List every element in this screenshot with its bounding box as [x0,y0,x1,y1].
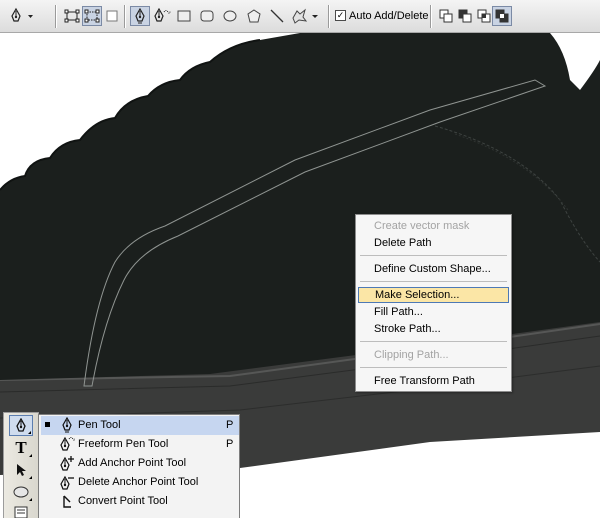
flyout-item-label: Pen Tool [78,419,121,431]
flyout-indicator [28,431,31,434]
tool-ellipse[interactable] [9,481,33,502]
rectangle-tool-option[interactable] [174,6,194,26]
flyout-indicator [29,498,32,501]
tool-preset-picker[interactable] [8,6,36,26]
ellipse-tool-option[interactable] [220,6,240,26]
rounded-rectangle-tool-option[interactable] [197,6,217,26]
pen-tool-flyout: Pen Tool P Freeform Pen Tool P Add Ancho… [38,414,240,518]
flyout-item-convert-point-tool[interactable]: Convert Point Tool [41,492,239,511]
menu-separator [360,255,507,256]
separator [430,5,431,28]
freeform-pen-icon [60,436,75,451]
flyout-item-label: Delete Anchor Point Tool [78,476,199,488]
combine-exclude-icon [495,9,509,23]
auto-add-delete-label: Auto Add/Delete [349,10,429,22]
add-anchor-point-icon [60,456,74,471]
pen-icon [62,417,72,433]
freeform-pen-option-button[interactable] [152,6,172,26]
polygon-icon [247,9,261,23]
add-to-shape-area-button[interactable] [436,6,456,26]
polygon-tool-option[interactable] [244,6,264,26]
menu-separator [360,367,507,368]
menu-separator [360,341,507,342]
pen-icon [11,7,33,22]
menu-item-make-selection[interactable]: Make Selection... [358,287,509,303]
custom-shape-icon [292,8,318,24]
tool-type[interactable]: T [9,437,33,458]
type-tool-glyph: T [15,437,27,457]
menu-item-create-vector-mask[interactable]: Create vector mask [358,218,509,234]
flyout-item-shortcut: P [226,419,234,431]
options-bar: ✓ Auto Add/Delete [0,0,600,33]
menu-separator [360,281,507,282]
menu-item-free-transform-path[interactable]: Free Transform Path [358,373,509,389]
ellipse-icon [223,10,237,22]
flyout-item-label: Convert Point Tool [78,495,168,507]
separator [55,5,56,28]
notes-icon [14,506,28,518]
menu-item-delete-path[interactable]: Delete Path [358,235,509,251]
flyout-indicator [29,476,32,479]
path-context-menu: Create vector mask Delete Path Define Cu… [355,214,512,392]
pen-icon [16,417,26,432]
flyout-item-delete-anchor-point-tool[interactable]: Delete Anchor Point Tool [41,473,239,492]
custom-shape-tool-option[interactable] [289,6,321,26]
subtract-from-shape-area-button[interactable] [455,6,475,26]
flyout-item-pen-tool[interactable]: Pen Tool P [41,416,239,435]
flyout-indicator [29,454,32,457]
paths-button[interactable] [82,6,102,26]
convert-point-icon [63,495,71,508]
line-tool-option[interactable] [267,6,287,26]
flyout-item-add-anchor-point-tool[interactable]: Add Anchor Point Tool [41,454,239,473]
pen-icon [135,8,145,24]
tool-pen[interactable] [9,415,33,436]
flyout-item-shortcut: P [226,438,234,450]
rounded-rectangle-icon [200,10,214,22]
menu-item-stroke-path[interactable]: Stroke Path... [358,321,509,337]
tool-path-selection[interactable] [9,459,33,480]
exclude-overlapping-shape-areas-button[interactable] [492,6,512,26]
fill-pixels-icon [106,10,118,22]
flyout-item-freeform-pen-tool[interactable]: Freeform Pen Tool P [41,435,239,454]
intersect-shape-areas-button[interactable] [474,6,494,26]
menu-item-define-custom-shape[interactable]: Define Custom Shape... [358,261,509,277]
fill-pixels-button[interactable] [102,6,122,26]
line-icon [270,9,284,23]
delete-anchor-point-icon [60,475,74,490]
flyout-item-label: Add Anchor Point Tool [78,457,187,469]
combine-subtract-icon [458,9,472,23]
flyout-item-label: Freeform Pen Tool [78,438,169,450]
shape-layers-button[interactable] [62,6,82,26]
tools-panel: T [3,412,39,518]
paths-icon [84,9,100,23]
arrow-icon [17,463,26,476]
shape-layers-icon [64,9,80,23]
rectangle-icon [177,10,191,22]
tool-notes[interactable] [9,505,33,519]
separator [328,5,329,28]
menu-item-fill-path[interactable]: Fill Path... [358,304,509,320]
active-tool-bullet [45,422,50,427]
combine-intersect-icon [477,9,491,23]
separator [124,5,125,28]
auto-add-delete-checkbox[interactable]: ✓ [335,10,346,21]
ellipse-icon [13,486,29,497]
menu-item-clipping-path[interactable]: Clipping Path... [358,347,509,363]
pen-tool-option-button[interactable] [130,6,150,26]
combine-add-icon [439,9,453,23]
freeform-pen-icon [154,8,171,22]
